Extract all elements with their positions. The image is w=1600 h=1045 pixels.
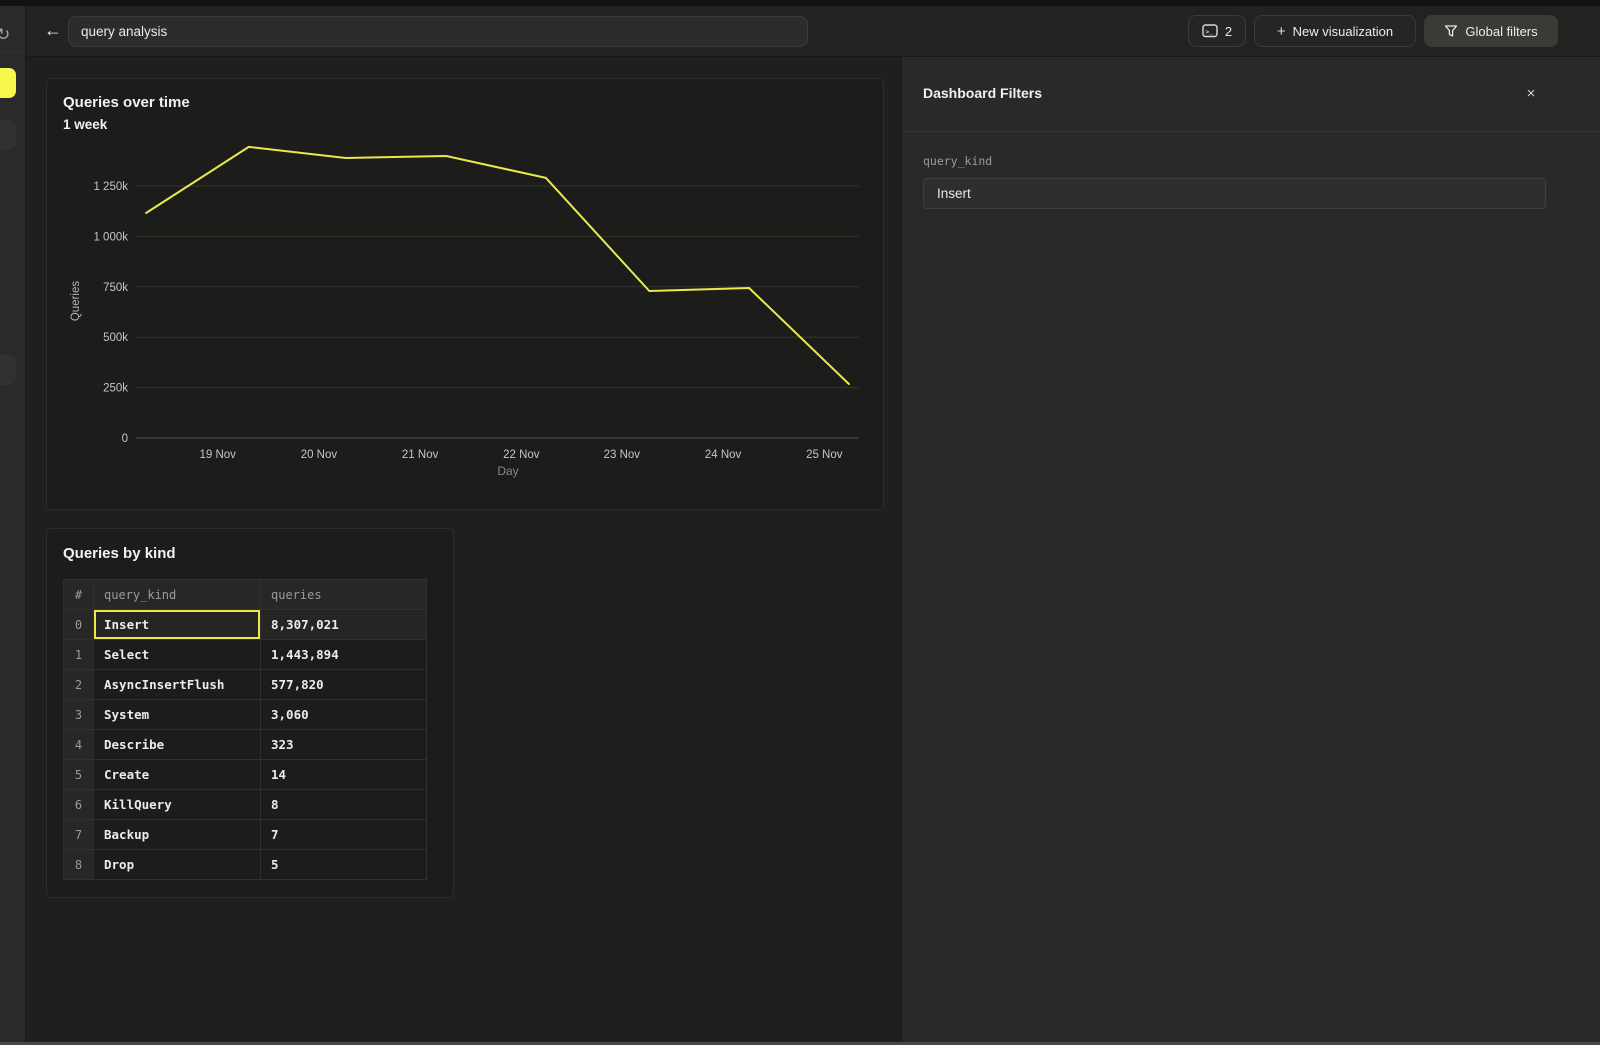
- queries-by-kind-card: Queries by kind # query_kind queries 0 I…: [46, 528, 454, 898]
- table-cell-queries[interactable]: 14: [261, 760, 427, 790]
- table-row-index: 8: [64, 850, 94, 880]
- svg-text:1 250k: 1 250k: [93, 181, 128, 193]
- main-content: Queries over time 1 week 0250k500k750k1 …: [26, 57, 901, 1045]
- close-button[interactable]: ×: [1518, 81, 1544, 105]
- svg-text:250k: 250k: [103, 383, 128, 395]
- sidebar-item-2[interactable]: [0, 120, 16, 150]
- table-row: 8 Drop 5: [64, 850, 427, 880]
- dashboard-filters-panel: Dashboard Filters × query_kind: [901, 57, 1600, 1045]
- funnel-icon: [1444, 24, 1458, 38]
- queries-line-chart[interactable]: 0 250k 500k 750k 1 000k 1 250k 19 Nov 20 Nov 21 …: [47, 79, 885, 511]
- table-row: 1 Select 1,443,894: [64, 640, 427, 670]
- table-cell-query-kind[interactable]: System: [94, 700, 261, 730]
- table-header-row: # query_kind queries: [64, 580, 427, 610]
- table-row-index: 1: [64, 640, 94, 670]
- svg-text:1 000k: 1 000k: [93, 231, 128, 243]
- table-row: 3 System 3,060: [64, 700, 427, 730]
- table-row-index: 4: [64, 730, 94, 760]
- dashboard-name-input[interactable]: [68, 16, 808, 47]
- back-arrow-icon: ←: [44, 20, 62, 40]
- svg-text:23 Nov: 23 Nov: [604, 449, 641, 461]
- table-cell-queries[interactable]: 8: [261, 790, 427, 820]
- table-row-index: 3: [64, 700, 94, 730]
- table-cell-queries[interactable]: 323: [261, 730, 427, 760]
- svg-text:0: 0: [122, 433, 128, 445]
- topbar: ← >_ 2 + New visualization Global filter…: [26, 6, 1600, 57]
- table-cell-queries[interactable]: 3,060: [261, 700, 427, 730]
- table-row: 5 Create 14: [64, 760, 427, 790]
- table-cell-query-kind[interactable]: Drop: [94, 850, 261, 880]
- new-visualization-label: New visualization: [1293, 24, 1393, 39]
- table-cell-query-kind[interactable]: Select: [94, 640, 261, 670]
- table-cell-query-kind[interactable]: AsyncInsertFlush: [94, 670, 261, 700]
- table-row: 4 Describe 323: [64, 730, 427, 760]
- sidebar-divider: [0, 52, 26, 53]
- table-cell-queries[interactable]: 577,820: [261, 670, 427, 700]
- filters-panel-title: Dashboard Filters: [923, 85, 1042, 101]
- svg-text:>_: >_: [1205, 29, 1213, 36]
- table-title: Queries by kind: [63, 545, 176, 562]
- svg-text:20 Nov: 20 Nov: [301, 449, 338, 461]
- table-cell-query-kind[interactable]: Backup: [94, 820, 261, 850]
- sidebar-item-dashboard-active[interactable]: [0, 68, 16, 98]
- svg-text:750k: 750k: [103, 282, 128, 294]
- table-row-index: 6: [64, 790, 94, 820]
- console-count-badge: 2: [1225, 24, 1232, 39]
- table-row-index: 2: [64, 670, 94, 700]
- svg-text:Day: Day: [497, 464, 518, 478]
- filters-panel-divider: [902, 131, 1600, 132]
- close-icon: ×: [1527, 85, 1536, 102]
- queries-over-time-card: Queries over time 1 week 0250k500k750k1 …: [46, 78, 884, 510]
- svg-text:Queries: Queries: [70, 281, 82, 322]
- svg-text:24 Nov: 24 Nov: [705, 449, 742, 461]
- console-button[interactable]: >_ 2: [1188, 15, 1246, 47]
- sidebar-item-3[interactable]: [0, 355, 16, 385]
- table-row: 7 Backup 7: [64, 820, 427, 850]
- filter-field-input[interactable]: [923, 178, 1546, 209]
- table-row: 2 AsyncInsertFlush 577,820: [64, 670, 427, 700]
- svg-text:21 Nov: 21 Nov: [402, 449, 439, 461]
- table-row: 0 Insert 8,307,021: [64, 610, 427, 640]
- table-row-index: 0: [64, 610, 94, 640]
- global-filters-label: Global filters: [1465, 24, 1537, 39]
- back-button[interactable]: ←: [38, 14, 68, 46]
- table-cell-queries[interactable]: 8,307,021: [261, 610, 427, 640]
- column-header-queries: queries: [261, 580, 427, 610]
- queries-table: # query_kind queries 0 Insert 8,307,021 …: [63, 579, 427, 880]
- new-visualization-button[interactable]: + New visualization: [1254, 15, 1416, 47]
- table-row-index: 5: [64, 760, 94, 790]
- global-filters-button[interactable]: Global filters: [1424, 15, 1558, 47]
- table-row: 6 KillQuery 8: [64, 790, 427, 820]
- svg-text:22 Nov: 22 Nov: [503, 449, 540, 461]
- plus-icon: +: [1277, 23, 1286, 40]
- table-cell-query-kind[interactable]: Insert: [94, 610, 261, 640]
- history-icon[interactable]: ↻: [0, 26, 10, 43]
- table-cell-query-kind[interactable]: Create: [94, 760, 261, 790]
- table-cell-queries[interactable]: 5: [261, 850, 427, 880]
- filter-field-label: query_kind: [923, 154, 992, 168]
- svg-text:500k: 500k: [103, 332, 128, 344]
- table-row-index: 7: [64, 820, 94, 850]
- column-header-index: #: [64, 580, 94, 610]
- table-cell-queries[interactable]: 1,443,894: [261, 640, 427, 670]
- column-header-query-kind: query_kind: [94, 580, 261, 610]
- svg-text:19 Nov: 19 Nov: [199, 449, 236, 461]
- table-cell-query-kind[interactable]: Describe: [94, 730, 261, 760]
- terminal-window-icon: >_: [1202, 24, 1218, 38]
- table-cell-query-kind[interactable]: KillQuery: [94, 790, 261, 820]
- table-cell-queries[interactable]: 7: [261, 820, 427, 850]
- svg-text:25 Nov: 25 Nov: [806, 449, 843, 461]
- sidebar: ↻: [0, 6, 26, 1042]
